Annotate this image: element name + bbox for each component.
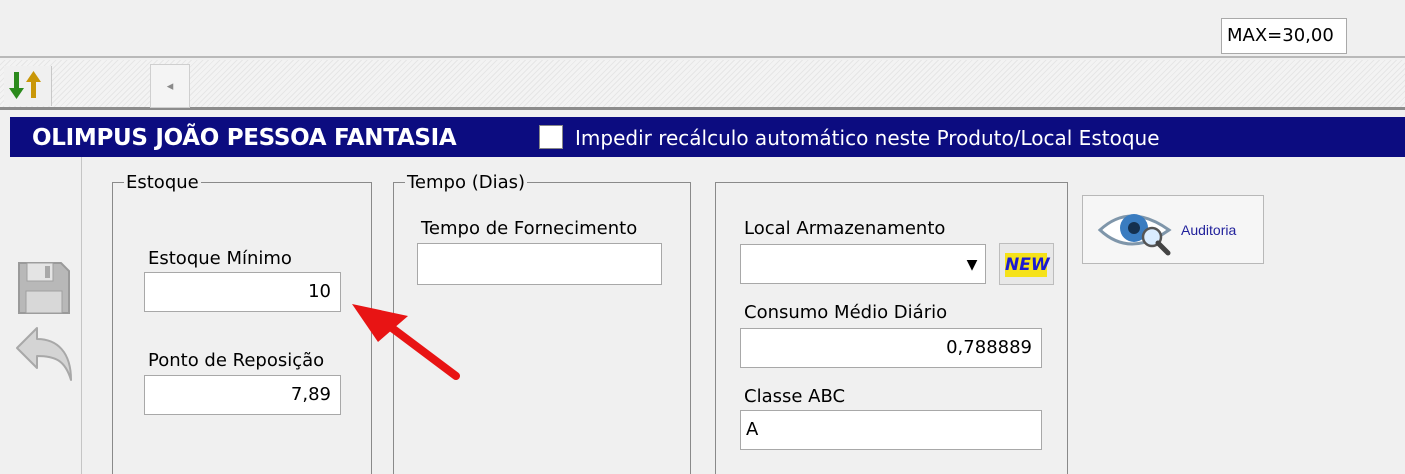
- local-armazenamento-label: Local Armazenamento: [744, 218, 946, 239]
- undo-icon: [16, 327, 72, 381]
- undo-button[interactable]: [13, 322, 75, 384]
- tempo-group-label: Tempo (Dias): [405, 172, 528, 193]
- tempo-fornecimento-input[interactable]: [417, 243, 662, 285]
- ponto-reposicao-label: Ponto de Reposição: [148, 350, 325, 371]
- sort-button[interactable]: [4, 66, 52, 106]
- new-button-label: NEW: [1005, 253, 1050, 277]
- estoque-group: [112, 182, 372, 474]
- estoque-group-label: Estoque: [124, 172, 201, 193]
- consumo-medio-input[interactable]: 0,788889: [740, 328, 1042, 368]
- sort-arrows-icon: [9, 71, 41, 99]
- prevent-recalc-label: Impedir recálculo automático neste Produ…: [575, 126, 1160, 150]
- auditoria-button[interactable]: Auditoria: [1082, 195, 1264, 264]
- new-local-button[interactable]: NEW: [999, 243, 1054, 285]
- top-status-bar: [0, 0, 1405, 58]
- scroll-left-button[interactable]: ◂: [150, 64, 190, 108]
- estoque-minimo-label: Estoque Mínimo: [148, 248, 292, 269]
- max-value-display: MAX=30,00: [1221, 18, 1347, 54]
- save-button[interactable]: [13, 257, 75, 319]
- annotation-arrow: [352, 304, 460, 380]
- dropdown-arrow-icon[interactable]: ▼: [959, 245, 985, 283]
- classe-abc-label: Classe ABC: [744, 386, 846, 407]
- save-icon: [18, 262, 70, 314]
- tempo-fornecimento-label: Tempo de Fornecimento: [421, 218, 638, 239]
- ponto-reposicao-input[interactable]: 7,89: [144, 375, 341, 415]
- eye-magnifier-icon: [1097, 214, 1172, 256]
- prevent-recalc-checkbox[interactable]: [539, 125, 563, 149]
- classe-abc-input[interactable]: A: [740, 410, 1042, 450]
- auditoria-label: Auditoria: [1181, 222, 1237, 238]
- toolbar: [0, 60, 1405, 110]
- consumo-medio-label: Consumo Médio Diário: [744, 302, 948, 323]
- estoque-minimo-input[interactable]: 10: [144, 272, 341, 312]
- local-armazenamento-select[interactable]: ▼: [740, 244, 986, 284]
- store-title: OLIMPUS JOÃO PESSOA FANTASIA: [32, 125, 457, 151]
